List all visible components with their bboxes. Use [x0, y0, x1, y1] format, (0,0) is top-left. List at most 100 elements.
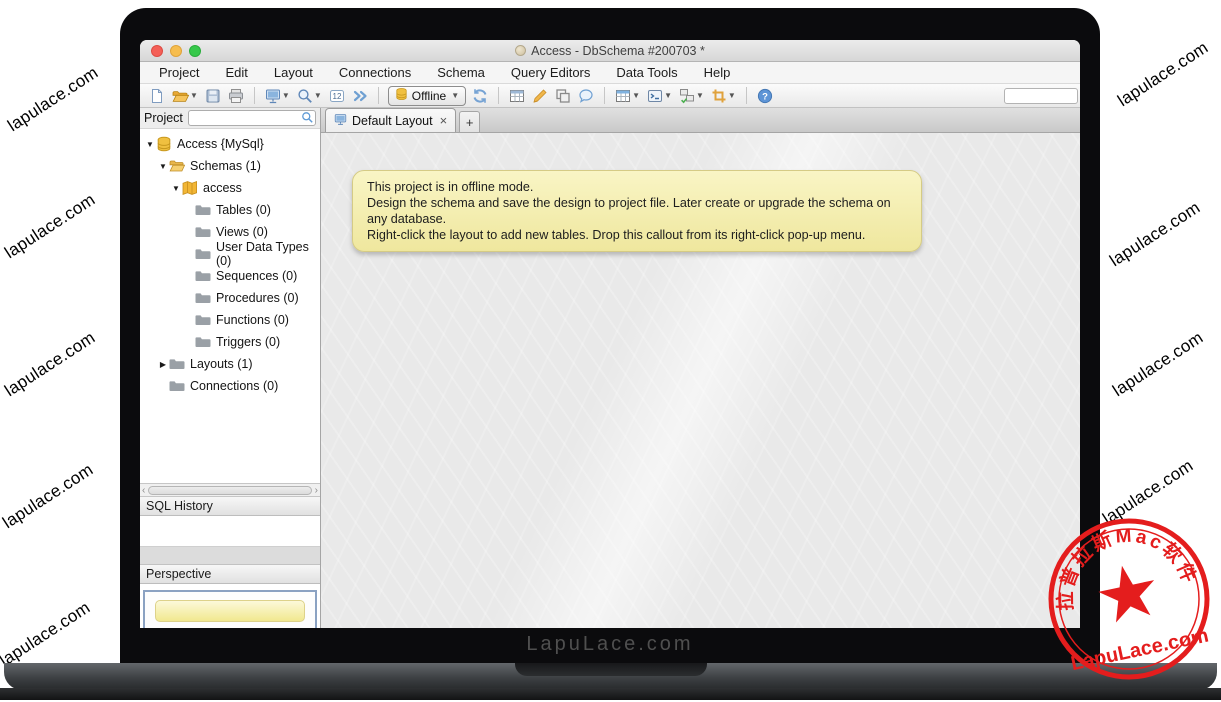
virtual-relation-icon — [711, 88, 727, 104]
sql-history-header[interactable]: SQL History — [140, 497, 320, 516]
menu-item-project[interactable]: Project — [146, 65, 212, 80]
offline-label: Offline — [412, 89, 446, 103]
menu-item-help[interactable]: Help — [691, 65, 744, 80]
menu-item-query-editors[interactable]: Query Editors — [498, 65, 603, 80]
tree-item-label: Triggers (0) — [216, 335, 280, 349]
new-tab-button[interactable]: + — [459, 111, 480, 132]
tree-item-functions-0[interactable]: Functions (0) — [140, 309, 320, 331]
minimize-window-button[interactable] — [170, 45, 182, 57]
zoom-window-button[interactable] — [189, 45, 201, 57]
disclosure-collapsed-icon[interactable]: ▶ — [157, 360, 169, 369]
zoom-icon — [297, 88, 313, 104]
edit-button[interactable] — [531, 86, 549, 106]
tree-item-triggers-0[interactable]: Triggers (0) — [140, 331, 320, 353]
tree-item-label: User Data Types (0) — [216, 240, 320, 268]
tree-item-user-data-types-0[interactable]: User Data Types (0) — [140, 243, 320, 265]
table-editor-icon — [615, 88, 631, 104]
tab-default-layout[interactable]: Default Layout × — [325, 108, 456, 132]
sql-editor-button[interactable]: ▼ — [646, 86, 673, 106]
menu-item-connections[interactable]: Connections — [326, 65, 424, 80]
perspective-header[interactable]: Perspective — [140, 565, 320, 584]
app-icon — [515, 45, 526, 56]
tree-item-procedures-0[interactable]: Procedures (0) — [140, 287, 320, 309]
schema-sync-button[interactable]: ▼ — [678, 86, 705, 106]
tab-close-icon[interactable]: × — [440, 113, 448, 128]
new-project-button[interactable] — [148, 86, 166, 106]
tree-item-label: Connections (0) — [190, 379, 278, 393]
menu-item-layout[interactable]: Layout — [261, 65, 326, 80]
watermark-text: lapulace.com — [1114, 29, 1221, 111]
disclosure-expanded-icon[interactable]: ▼ — [144, 140, 156, 149]
chevron-down-icon: ▼ — [632, 91, 640, 100]
tree-item-access[interactable]: ▼ access — [140, 177, 320, 199]
tree-item-connections-0[interactable]: Connections (0) — [140, 375, 320, 397]
perspective-minimap[interactable] — [143, 590, 317, 628]
tree-item-tables-0[interactable]: Tables (0) — [140, 199, 320, 221]
tree-item-label: Layouts (1) — [190, 357, 253, 371]
chevron-down-icon: ▼ — [696, 91, 704, 100]
callout-line-3: Right-click the layout to add new tables… — [367, 227, 907, 243]
tree-item-label: Access {MySql} — [177, 137, 264, 151]
tree-item-label: access — [203, 181, 242, 195]
offline-mode-button[interactable]: Offline▼ — [388, 86, 466, 106]
menu-item-data-tools[interactable]: Data Tools — [603, 65, 690, 80]
add-callout-button[interactable] — [577, 86, 595, 106]
zoom-button[interactable]: ▼ — [296, 86, 323, 106]
refresh-icon — [472, 88, 488, 104]
print-button[interactable] — [227, 86, 245, 106]
virtual-relation-button[interactable]: ▼ — [710, 86, 737, 106]
new-table-button[interactable] — [508, 86, 526, 106]
help-button[interactable]: ? — [756, 86, 774, 106]
save-button[interactable] — [204, 86, 222, 106]
folder-icon — [195, 290, 212, 306]
toolbar-separator — [604, 87, 605, 104]
laptop-screen-bezel: Access - DbSchema #200703 * ProjectEditL… — [120, 8, 1100, 663]
table-editor-button[interactable]: ▼ — [614, 86, 641, 106]
help-icon: ? — [757, 88, 773, 104]
folder-icon — [195, 268, 212, 284]
layout-canvas[interactable]: This project is in offline mode. Design … — [321, 133, 1080, 628]
more-tools-button[interactable] — [351, 86, 369, 106]
horizontal-scrollbar[interactable]: ‹ › — [140, 483, 320, 497]
perspective-panel — [140, 584, 320, 628]
close-window-button[interactable] — [151, 45, 163, 57]
bezel-brand-text: LapuLace.com — [120, 633, 1100, 656]
watermark-text: lapulace.com — [0, 451, 111, 533]
print-icon — [228, 88, 244, 104]
dbschema-window: Access - DbSchema #200703 * ProjectEditL… — [140, 40, 1080, 628]
presentation-button[interactable]: ▼ — [264, 86, 291, 106]
tree-item-label: Views (0) — [216, 225, 268, 239]
toolbar-search-input[interactable] — [1004, 88, 1078, 104]
chevron-down-icon: ▼ — [728, 91, 736, 100]
tree-item-schemas-1[interactable]: ▼Schemas (1) — [140, 155, 320, 177]
new-table-icon — [509, 88, 525, 104]
tree-item-label: Tables (0) — [216, 203, 271, 217]
minimap-callout-thumbnail — [155, 600, 305, 622]
new-layout-button[interactable] — [554, 86, 572, 106]
tree-item-layouts-1[interactable]: ▶ Layouts (1) — [140, 353, 320, 375]
disclosure-expanded-icon[interactable]: ▼ — [157, 162, 169, 171]
database-icon — [156, 136, 173, 152]
page-setup-icon: 12 — [329, 88, 345, 104]
menu-item-edit[interactable]: Edit — [212, 65, 260, 80]
disclosure-expanded-icon[interactable]: ▼ — [170, 184, 182, 193]
scrollbar-thumb[interactable] — [148, 486, 311, 495]
scroll-right-arrow-icon[interactable]: › — [315, 485, 318, 496]
watermark-text: lapulace.com — [4, 54, 116, 136]
menu-item-schema[interactable]: Schema — [424, 65, 498, 80]
open-project-button[interactable]: ▼ — [171, 86, 199, 106]
database-icon — [395, 87, 408, 104]
refresh-button[interactable] — [471, 86, 489, 106]
project-search-input[interactable] — [188, 110, 316, 126]
window-title: Access - DbSchema #200703 * — [531, 44, 705, 58]
page-setup-button[interactable]: 12 — [328, 86, 346, 106]
tree-item-sequences-0[interactable]: Sequences (0) — [140, 265, 320, 287]
tree-item-access-mysql[interactable]: ▼ Access {MySql} — [140, 133, 320, 155]
project-label: Project — [144, 111, 183, 125]
watermark-text: lapulace.com — [0, 589, 108, 671]
watermark-text: lapulace.com — [1106, 189, 1218, 271]
offline-callout[interactable]: This project is in offline mode. Design … — [352, 170, 922, 252]
toolbar: ▼▼▼12Offline▼▼▼▼▼? — [140, 84, 1080, 108]
scroll-left-arrow-icon[interactable]: ‹ — [142, 485, 145, 496]
laptop-base-edge — [0, 688, 1221, 700]
